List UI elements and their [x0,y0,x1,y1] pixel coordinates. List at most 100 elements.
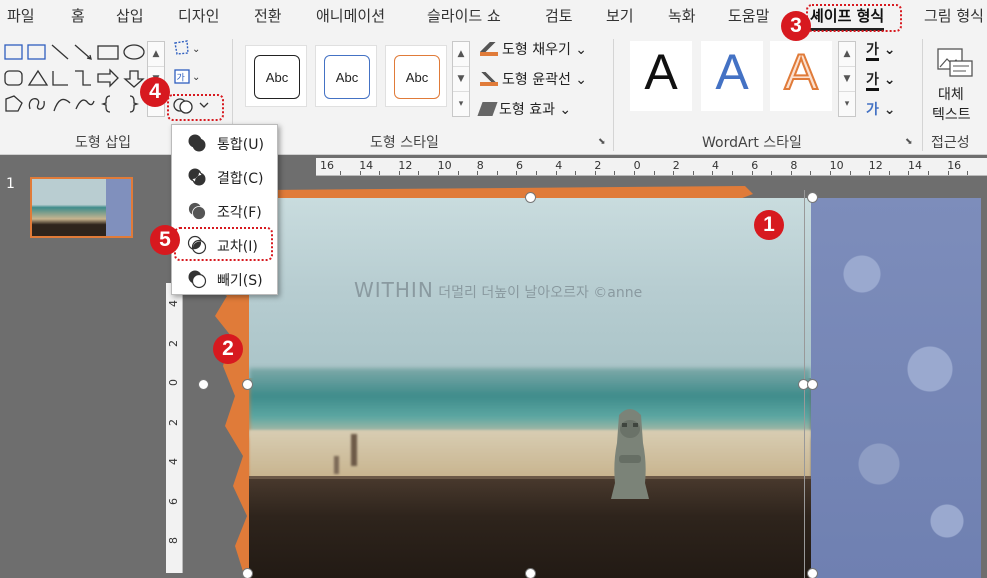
ruler-label: 6 [167,497,180,505]
ruler-tick [732,171,733,175]
resize-handle[interactable] [807,568,818,578]
shape-style-2[interactable]: Abc [315,45,377,107]
ruler-tick [712,171,714,175]
group-separator [613,39,614,151]
tab-home[interactable]: 홈 [71,5,85,26]
tab-review[interactable]: 검토 [545,5,573,26]
text-fill-button[interactable]: 가 ⌄ [866,39,896,61]
menu-item-fragment[interactable]: 조각(F) [172,195,277,227]
shape-outline-button[interactable]: 도형 윤곽선 ⌄ [480,69,587,89]
photo-sea [249,368,811,438]
callout-highlight-merge-button [167,94,224,121]
shape-gallery-icons[interactable] [2,41,146,117]
ruler-label: 16 [320,159,334,172]
shape-effects-button[interactable]: 도형 효과 ⌄ [477,99,571,119]
group-label-shape-styles: 도형 스타일 [370,135,439,151]
group-label-wordart-styles: WordArt 스타일 [702,135,802,151]
wordart-sample: A [715,44,749,100]
tab-view[interactable]: 보기 [606,5,634,26]
ruler-tick [673,171,675,175]
bokeh-background-image[interactable] [811,198,981,578]
group-label-insert-shapes: 도형 삽입 [75,135,131,151]
resize-handle[interactable] [807,379,818,390]
ruler-label: 14 [359,159,374,172]
group-separator [922,39,923,151]
tab-slideshow[interactable]: 슬라이드 쇼 [427,5,501,26]
ruler-label: 2 [167,339,180,347]
shape-style-3[interactable]: Abc [385,45,447,107]
ruler-tick [438,171,439,175]
tab-animations[interactable]: 애니메이션 [316,5,385,26]
ruler-tick [340,171,341,175]
text-box-button[interactable]: 가 ⌄ [172,67,200,89]
ruler-tick [634,171,635,175]
photo-bench [249,476,811,578]
resize-handle[interactable] [525,192,536,203]
slide-thumbnail[interactable] [30,177,133,238]
tab-picture-format[interactable]: 그림 형식 [924,5,984,26]
combine-icon [188,168,206,186]
tab-help[interactable]: 도움말 [728,5,769,26]
gallery-down-icon[interactable]: ▼ [453,67,469,92]
wordart-style-1[interactable]: A [630,41,692,111]
wordart-sample: A [644,44,678,100]
wordart-style-3[interactable]: A [770,41,832,111]
ruler-tick [849,171,851,175]
photo-person-figure [351,434,357,466]
resize-handle[interactable] [525,568,536,578]
tab-record[interactable]: 녹화 [668,5,696,26]
horizontal-ruler: 16 14 12 10 8 6 4 2 0 2 4 6 8 10 12 14 16 [316,158,987,176]
edit-shape-icon: ⌄ [174,40,200,55]
group-label-accessibility: 접근성 [931,135,970,151]
svg-text:⌄: ⌄ [192,72,200,83]
subtract-icon [188,270,207,289]
tab-transitions[interactable]: 전환 [254,5,282,26]
resize-handle[interactable] [198,379,209,390]
ruler-label: 12 [398,159,413,172]
menu-item-combine[interactable]: 결합(C) [172,161,277,193]
ruler-tick [477,171,479,175]
ruler-tick [653,171,655,175]
ruler-tick [594,171,596,175]
tab-design[interactable]: 디자인 [178,5,219,26]
style-gallery-scrollbar[interactable]: ▲ ▼ ▾ [452,41,470,117]
gallery-more-icon[interactable]: ▾ [839,92,855,117]
shape-gallery[interactable] [2,41,146,117]
ruler-tick [888,171,890,175]
text-outline-button[interactable]: 가 ⌄ [866,69,896,91]
dialog-launcher-icon[interactable]: ⬊ [598,137,606,147]
wordart-style-2[interactable]: A [701,41,763,111]
ruler-tick [947,171,949,175]
shape-style-1[interactable]: Abc [245,45,307,107]
resize-handle[interactable] [242,379,253,390]
ruler-tick [379,171,381,175]
callout-badge-3: 3 [781,11,811,41]
text-effects-button[interactable]: 가 ⌄ [866,99,896,119]
gallery-up-icon[interactable]: ▲ [453,42,469,67]
edit-shape-button[interactable]: ⌄ [172,39,200,61]
callout-badge-2: 2 [213,334,243,364]
alt-text-label-line2: 텍스트 [932,107,971,123]
ruler-label: 14 [908,159,922,172]
paint-bucket-icon [480,42,498,56]
ruler-tick [790,171,792,175]
menu-item-subtract[interactable]: 빼기(S) [172,263,277,295]
pen-icon [480,72,498,86]
alt-text-button[interactable]: 대체 텍스트 [930,39,982,125]
dialog-launcher-icon[interactable]: ⬊ [905,137,913,147]
tab-insert[interactable]: 삽입 [116,5,144,26]
shape-fill-button[interactable]: 도형 채우기 ⌄ [480,39,587,59]
beach-photo[interactable]: WITHIN 더멀리 더높이 날아오르자 ©anne [249,198,811,578]
tab-file[interactable]: 파일 [7,5,35,26]
gallery-more-icon[interactable]: ▾ [453,92,469,117]
resize-handle[interactable] [807,192,818,203]
gallery-up-icon[interactable]: ▲ [839,42,855,67]
wordart-gallery-scrollbar[interactable]: ▲ ▼ ▾ [838,41,856,117]
resize-handle[interactable] [242,568,253,578]
menu-item-union[interactable]: 통합(U) [172,127,277,159]
svg-text:⌄: ⌄ [192,44,200,55]
style-sample-text: Abc [394,55,440,99]
gallery-down-icon[interactable]: ▼ [839,67,855,92]
shape-effects-icon [477,102,498,116]
gallery-up-icon[interactable]: ▲ [148,42,164,67]
